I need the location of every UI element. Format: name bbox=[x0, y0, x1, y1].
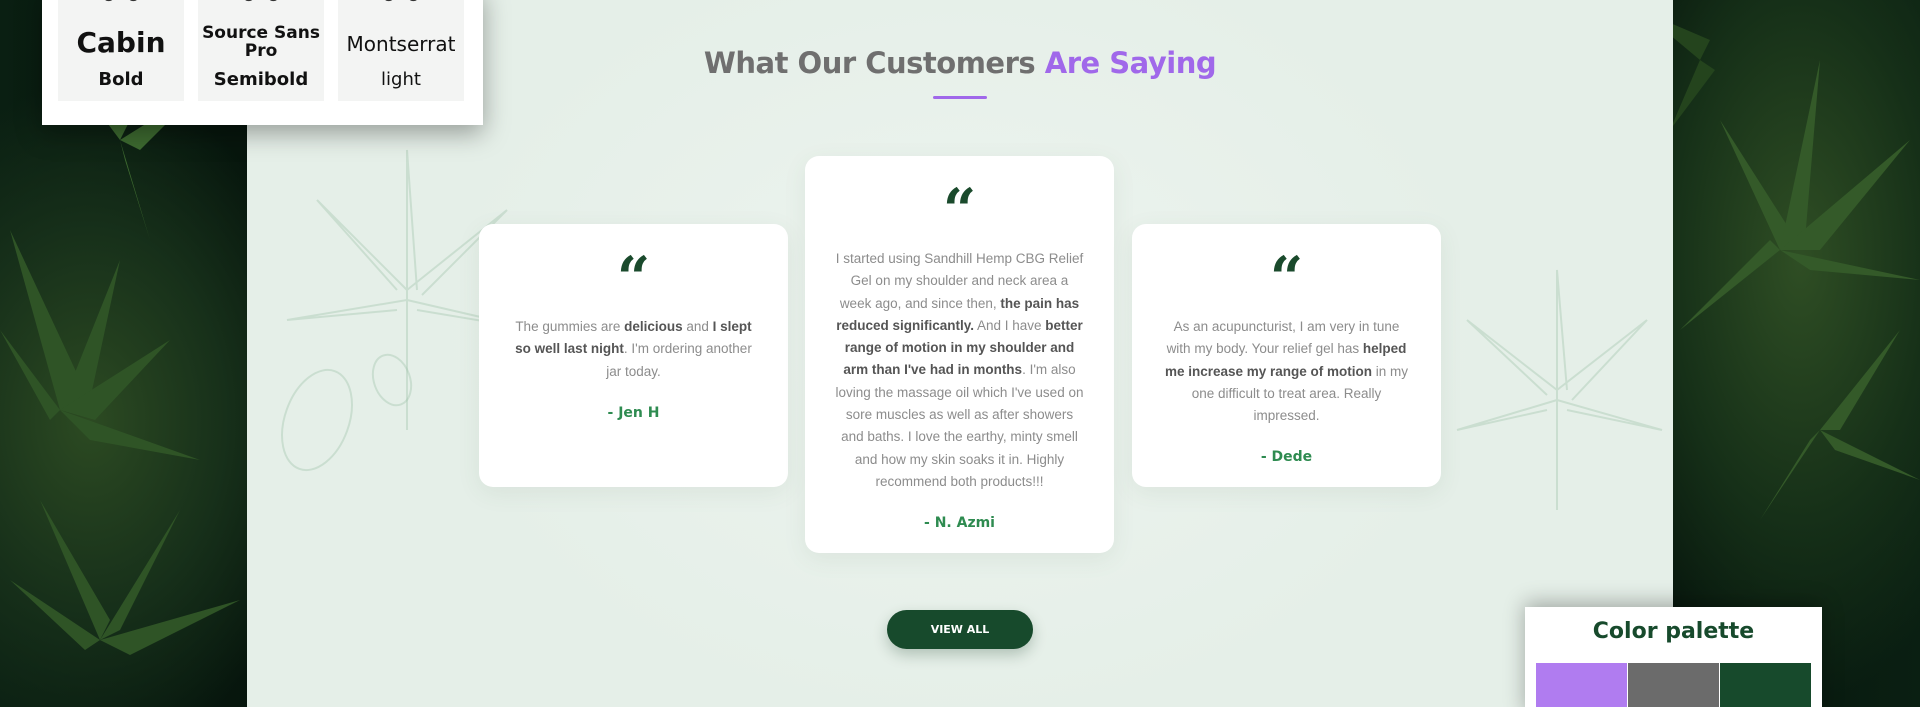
font-specimen-card: ● ● Cabin Bold ● ● Source Sans Pro Semib… bbox=[42, 0, 483, 125]
font-name: Source Sans Pro bbox=[202, 23, 320, 61]
cannabis-leaf-right-icon bbox=[1640, 10, 1920, 520]
testimonial-author: - Dede bbox=[1260, 449, 1313, 466]
hemp-seed-sketch-icon bbox=[281, 353, 413, 472]
testimonial-text: As an acupuncturist, I am very in tune w… bbox=[1132, 316, 1441, 427]
testimonial-segment: And I have bbox=[973, 317, 1046, 333]
font-sample-glyphs: ● ● bbox=[198, 0, 324, 10]
quote-icon: “ bbox=[1269, 244, 1304, 312]
font-name: Montserrat bbox=[346, 32, 456, 56]
font-sample-glyphs: ● ● bbox=[338, 0, 464, 10]
font-weight: Semibold bbox=[213, 69, 309, 90]
testimonial-segment: and bbox=[682, 319, 713, 334]
testimonial-segment: . I'm ordering another jar today. bbox=[606, 341, 752, 379]
testimonial-text: I started using Sandhill Hemp CBG Relief… bbox=[805, 248, 1114, 493]
palette-swatch bbox=[1536, 663, 1627, 707]
font-tile: ● ● Cabin Bold bbox=[58, 0, 184, 101]
palette-swatch bbox=[1628, 663, 1719, 707]
heading-main: What Our Customers bbox=[703, 46, 1036, 80]
palette-swatch bbox=[1720, 663, 1811, 707]
testimonial-author: - Jen H bbox=[607, 404, 660, 421]
font-weight: Bold bbox=[98, 69, 144, 90]
testimonial-card: “ I started using Sandhill Hemp CBG Reli… bbox=[805, 156, 1114, 553]
font-name: Cabin bbox=[76, 26, 166, 59]
font-weight: light bbox=[381, 69, 421, 90]
testimonial-segment: The gummies are bbox=[515, 319, 625, 334]
quote-icon: “ bbox=[942, 176, 977, 244]
testimonial-text: The gummies are delicious and I slept so… bbox=[479, 316, 788, 383]
cannabis-leaf-left-icon bbox=[0, 80, 240, 655]
testimonial-author: - N. Azmi bbox=[924, 515, 995, 532]
font-tile: ● ● Source Sans Pro Semibold bbox=[198, 0, 324, 101]
font-sample-glyphs: ● ● bbox=[58, 0, 184, 10]
testimonial-segment: . I'm also loving the massage oil which … bbox=[835, 362, 1084, 489]
color-palette-card: Color palette bbox=[1525, 607, 1822, 707]
view-all-button[interactable]: VIEW ALL bbox=[887, 610, 1033, 649]
heading-underline bbox=[933, 96, 987, 99]
palette-title: Color palette bbox=[1592, 619, 1755, 644]
quote-icon: “ bbox=[616, 244, 651, 312]
testimonial-highlight: delicious bbox=[624, 319, 683, 334]
heading-accent: Are Saying bbox=[1044, 46, 1217, 80]
testimonial-card: “ As an acupuncturist, I am very in tune… bbox=[1132, 224, 1441, 487]
font-tile: ● ● Montserrat light bbox=[338, 0, 464, 101]
testimonial-card: “ The gummies are delicious and I slept … bbox=[479, 224, 788, 487]
hemp-leaf-sketch-right-icon bbox=[1456, 269, 1663, 510]
